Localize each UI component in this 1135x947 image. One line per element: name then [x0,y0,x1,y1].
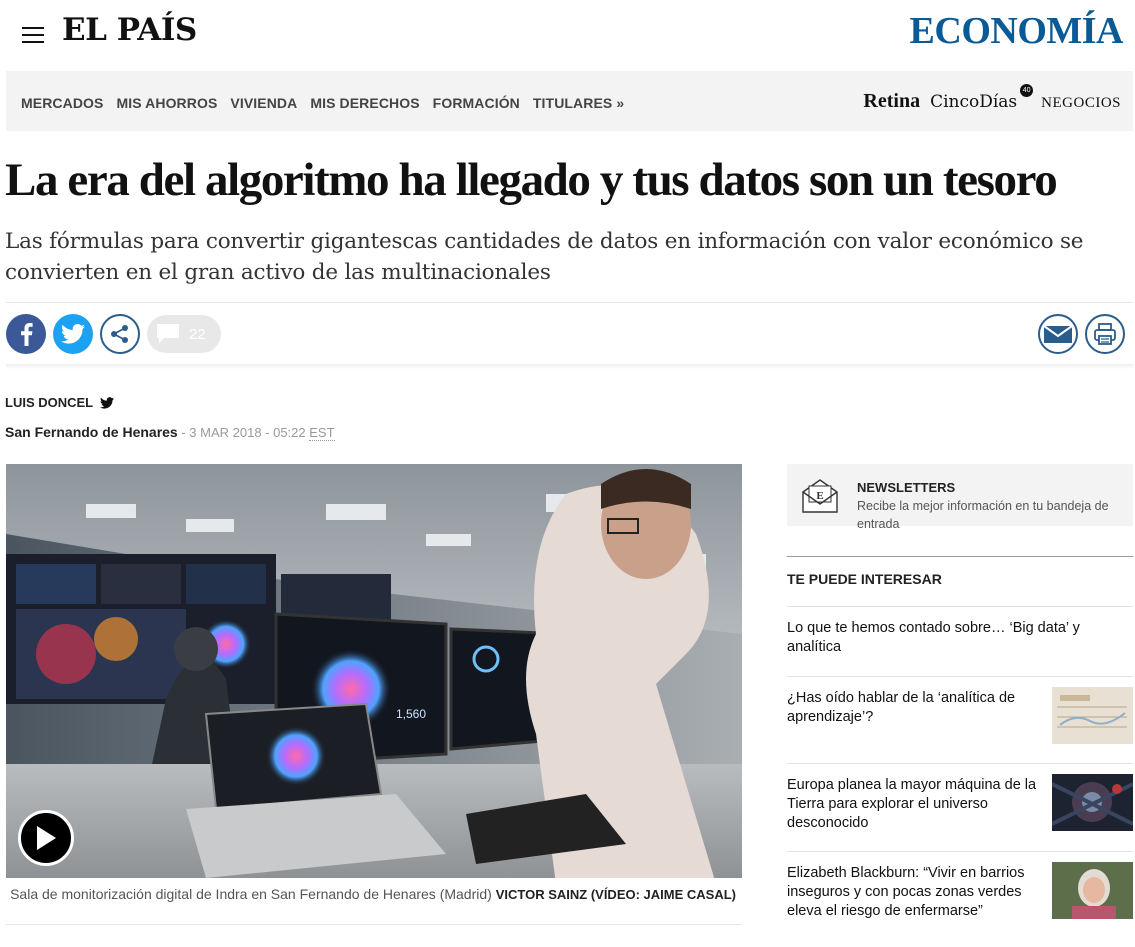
share-bar: 22 [6,314,1133,356]
subnav-item-mercados[interactable]: MERCADOS [21,95,103,111]
comments-button[interactable]: 22 [147,315,221,353]
article-headline: La era del algoritmo ha llegado y tus da… [5,154,1058,206]
top-header: EL PAÍS ECONOMÍA [0,0,1135,70]
related-item[interactable]: Europa planea la mayor máquina de la Tie… [787,763,1133,851]
section-subnav: MERCADOS MIS AHORROS VIVIENDA MIS DERECH… [6,71,1133,131]
byline-place-date: San Fernando de Henares - 3 MAR 2018 - 0… [5,424,335,441]
play-video-button[interactable] [18,810,74,866]
mail-icon [1042,318,1074,350]
twitter-icon[interactable] [100,396,115,409]
facebook-icon [21,323,33,346]
section-logo[interactable]: ECONOMÍA [910,9,1124,53]
hamburger-icon[interactable] [22,27,44,43]
timezone: EST [309,425,335,441]
negocios-logo[interactable]: NEGOCIOS [1041,95,1121,112]
divider [787,556,1133,557]
share-button[interactable] [100,314,140,354]
share-icon [111,325,128,343]
twitter-icon [61,324,85,344]
related-item[interactable]: Elizabeth Blackburn: “Vivir en barrios i… [787,851,1133,947]
site-logo[interactable]: EL PAÍS [62,12,197,48]
related-item-thumbnail[interactable] [1052,862,1133,919]
related-item-thumbnail[interactable] [1052,687,1133,744]
facebook-share-button[interactable] [6,314,46,354]
partner-logos: Retina CincoDías 40 NEGOCIOS [863,84,1121,113]
subnav-links: MERCADOS MIS AHORROS VIVIENDA MIS DERECH… [21,95,624,111]
newsletter-title: NEWSLETTERS [857,480,956,495]
related-item-thumbnail[interactable] [1052,774,1133,831]
twitter-share-button[interactable] [53,314,93,354]
photo-illustration: 1,560 [6,464,742,878]
subnav-item-formacion[interactable]: FORMACIÓN [433,95,520,111]
svg-text:E: E [816,490,823,502]
article-subheadline: Las fórmulas para convertir gigantescas … [5,229,1084,285]
subnav-item-vivienda[interactable]: VIVIENDA [230,95,297,111]
comment-icon [157,324,179,343]
caption-text: Sala de monitorización digital de Indra … [10,886,492,902]
print-button[interactable] [1085,314,1125,354]
divider [6,302,1133,303]
newsletter-envelope-icon: E [802,479,838,513]
publish-date: 3 MAR 2018 - 05:22 [189,425,306,440]
article-photo[interactable]: 1,560 [6,464,742,878]
related-item-title[interactable]: Europa planea la mayor máquina de la Tie… [787,776,1042,833]
screen-number: 1,560 [396,707,426,721]
email-share-button[interactable] [1038,314,1078,354]
cincodias-badge: 40 [1020,84,1034,97]
related-item-title[interactable]: Elizabeth Blackburn: “Vivir en barrios i… [787,864,1042,921]
divider [6,924,742,925]
play-icon [37,826,56,850]
cincodias-label: CincoDías [930,92,1018,112]
newsletter-text: Recibe la mejor información en tu bandej… [857,499,1109,531]
dateline-place: San Fernando de Henares [5,424,178,440]
related-item-title[interactable]: ¿Has oído hablar de la ‘analítica de apr… [787,689,1037,727]
retina-logo[interactable]: Retina [863,90,920,113]
print-icon [1094,323,1116,345]
photo-caption: Sala de monitorización digital de Indra … [6,885,736,904]
dateline-sep: - [177,425,190,440]
share-bar-shadow [6,364,1133,369]
related-item[interactable]: Lo que te hemos contado sobre… ‘Big data… [787,606,1133,676]
subnav-item-mis-ahorros[interactable]: MIS AHORROS [116,95,217,111]
byline-author: LUIS DONCEL [5,395,115,410]
photo-credit: VICTOR SAINZ (VÍDEO: JAIME CASAL) [495,887,736,902]
subnav-item-mis-derechos[interactable]: MIS DERECHOS [310,95,419,111]
author-name[interactable]: LUIS DONCEL [5,395,93,410]
comment-count: 22 [189,326,206,343]
subnav-item-titulares[interactable]: TITULARES » [533,95,624,111]
related-item-title[interactable]: Lo que te hemos contado sobre… ‘Big data… [787,619,1117,657]
newsletter-box[interactable]: E NEWSLETTERS Recibe la mejor informació… [787,464,1133,531]
cincodias-logo[interactable]: CincoDías 40 [930,84,1034,112]
related-item[interactable]: ¿Has oído hablar de la ‘analítica de apr… [787,676,1133,763]
related-section-title: TE PUEDE INTERESAR [787,571,942,587]
